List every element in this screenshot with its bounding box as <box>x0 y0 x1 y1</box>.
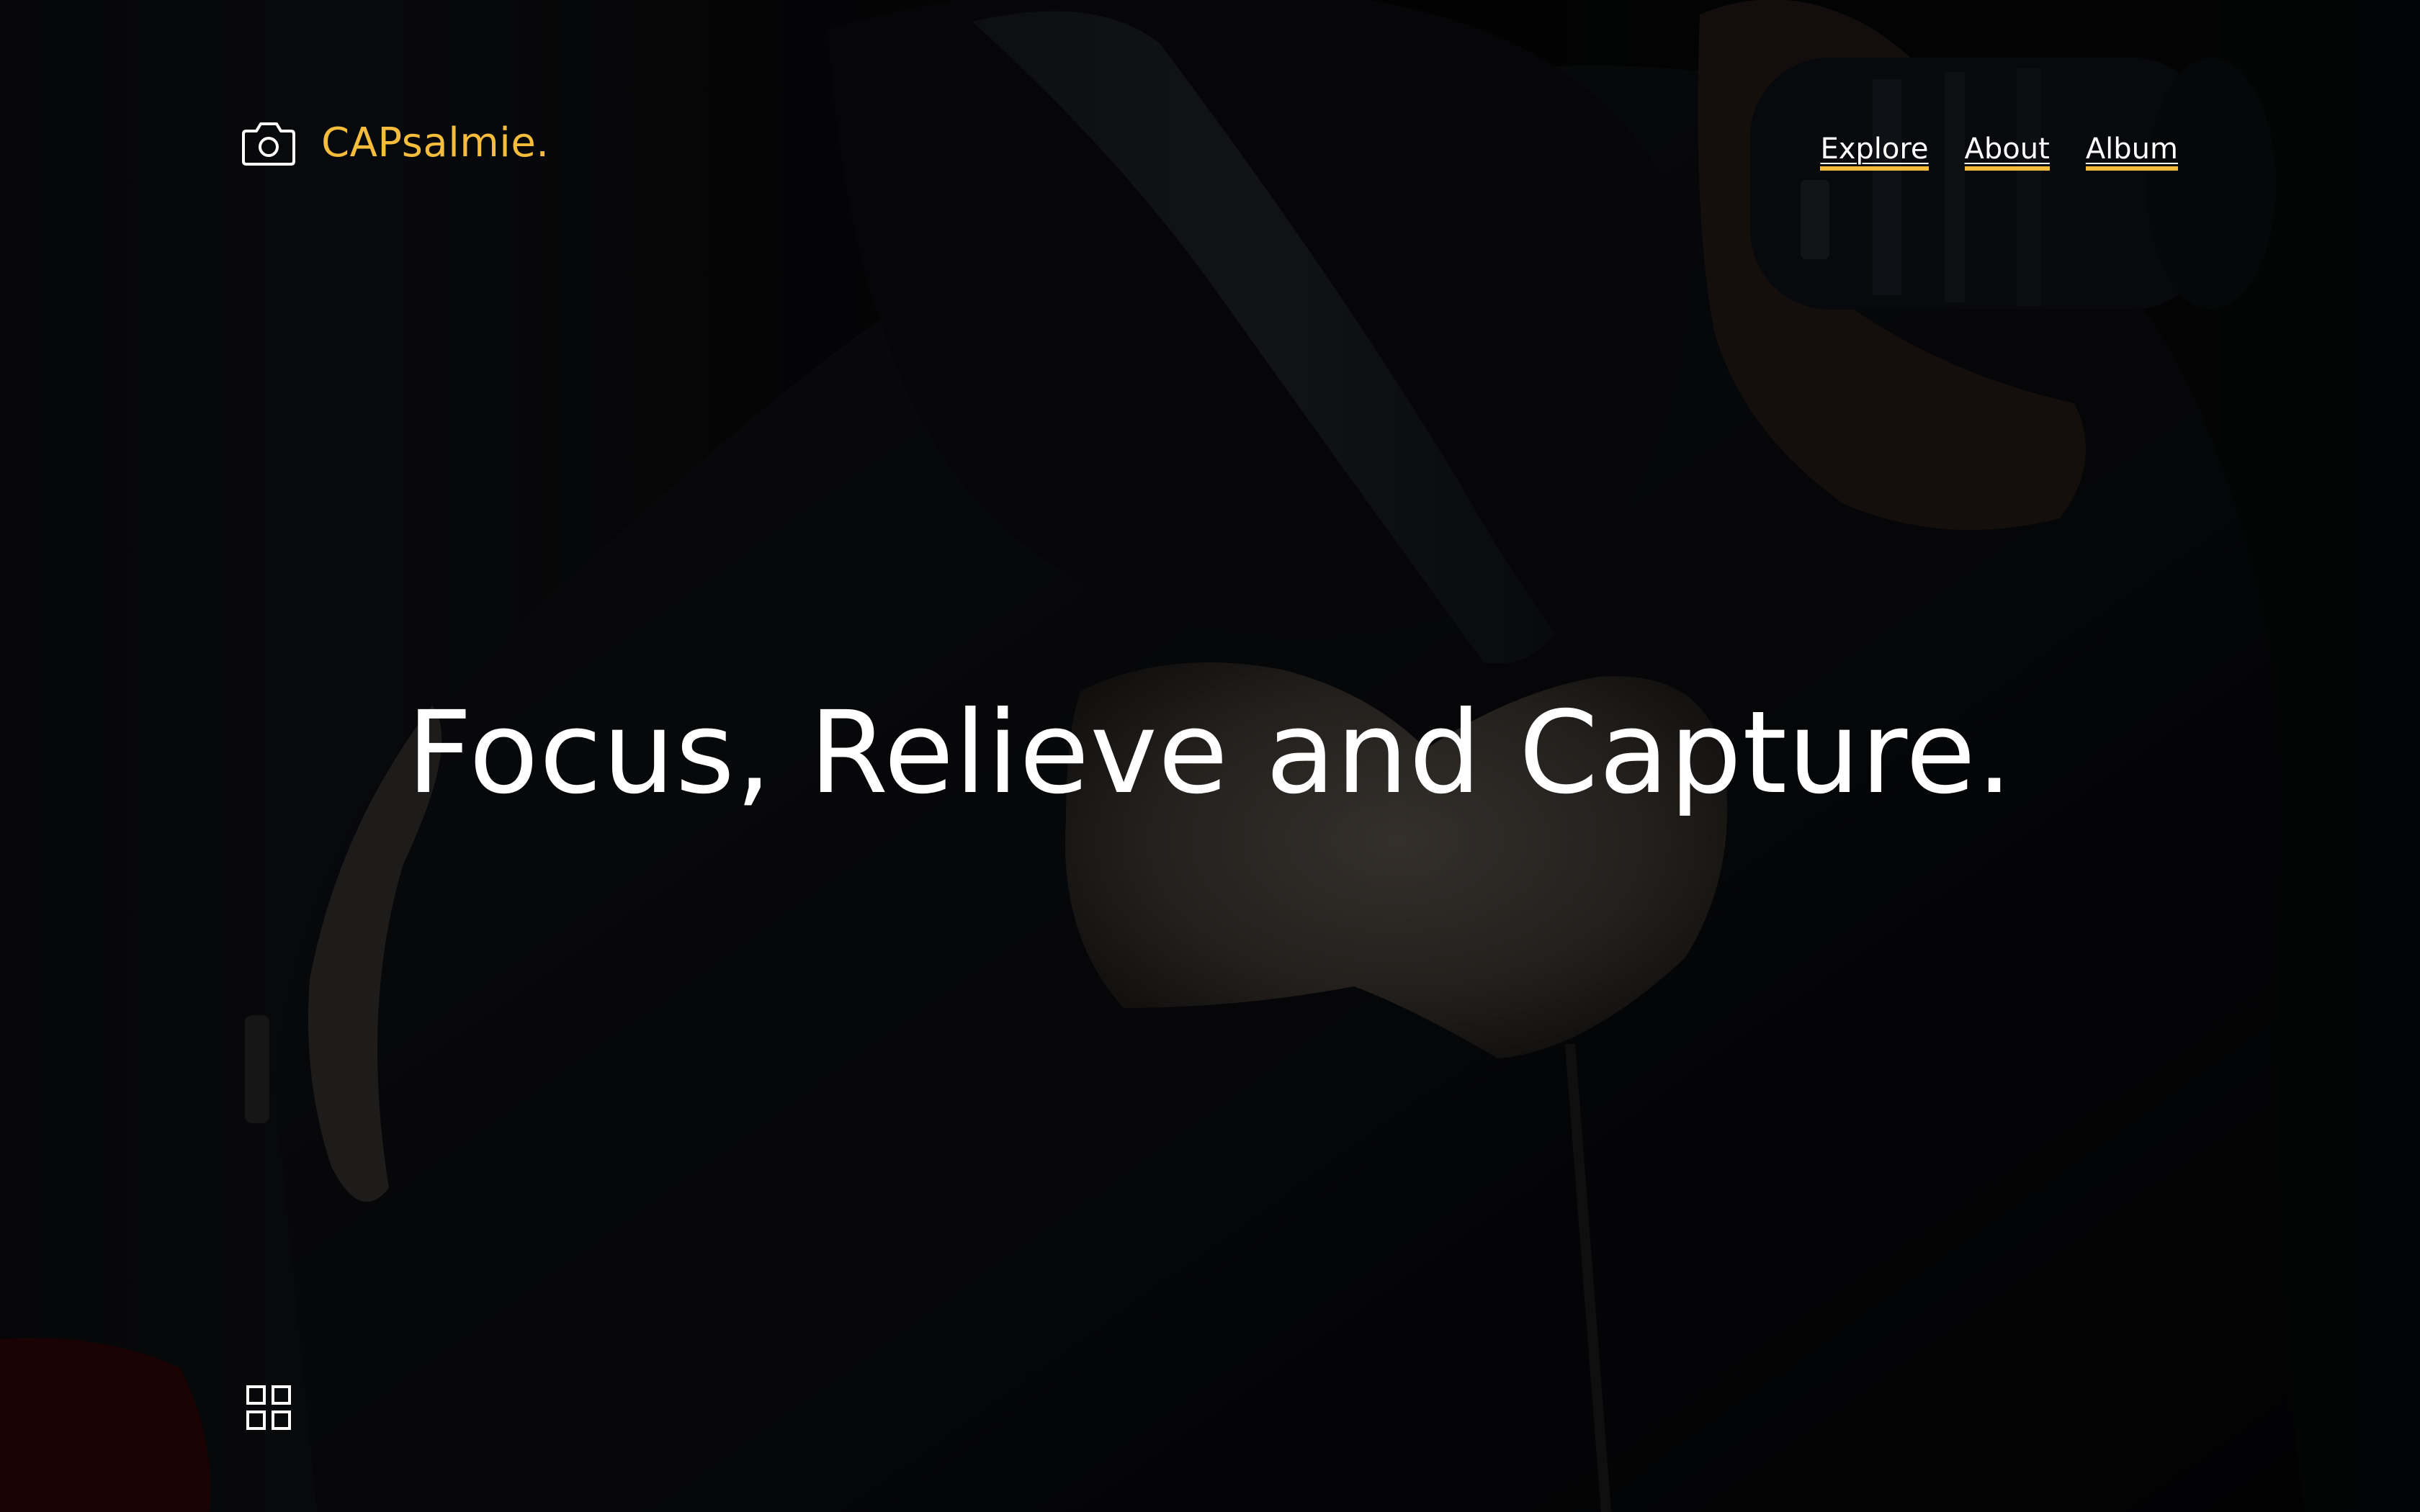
camera-icon <box>242 122 295 166</box>
nav-link-album[interactable]: Album <box>2085 132 2178 171</box>
brand-logo[interactable]: CAPsalmie. <box>241 120 550 167</box>
grid-icon <box>246 1385 291 1430</box>
brand-name: CAPsalmie. <box>321 120 550 166</box>
main-nav: Explore About Album <box>1820 132 2178 171</box>
nav-link-about[interactable]: About <box>1964 132 2050 171</box>
hero-section: CAPsalmie. Explore About Album Focus, Re… <box>0 0 2420 1512</box>
nav-link-explore[interactable]: Explore <box>1820 132 1929 171</box>
hero-headline: Focus, Relieve and Capture. <box>406 687 2014 819</box>
grid-menu-button[interactable] <box>245 1384 292 1431</box>
